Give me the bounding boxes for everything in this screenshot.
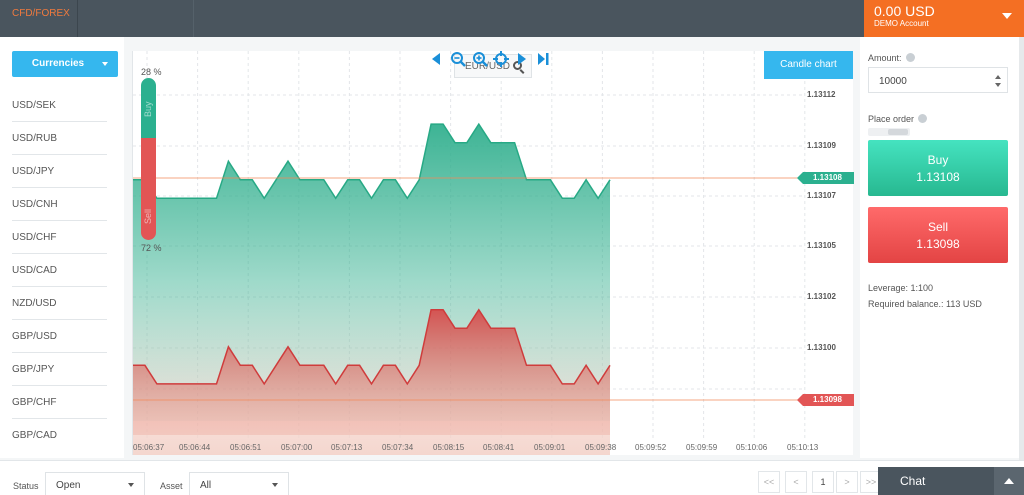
required-balance-text: Required balance.: 113 USD — [868, 299, 982, 309]
list-item[interactable]: USD/JPY — [12, 155, 107, 188]
chevron-down-icon — [1002, 13, 1012, 19]
x-tick-label: 05:08:15 — [433, 443, 465, 452]
decrement-icon[interactable] — [995, 83, 1001, 87]
chevron-down-icon — [102, 62, 108, 66]
place-order-label-row: Place order — [868, 114, 928, 124]
x-tick-label: 05:09:59 — [686, 443, 718, 452]
x-tick-label: 05:09:38 — [585, 443, 617, 452]
order-panel: Amount: 10000 Place order Buy 1.13108 Se… — [860, 37, 1024, 458]
x-tick-label: 05:07:00 — [281, 443, 313, 452]
increment-icon[interactable] — [995, 75, 1001, 79]
chat-widget[interactable]: Chat — [878, 467, 1024, 495]
ask-price-tag: 1.13108 — [797, 172, 854, 184]
price-chart-canvas — [133, 51, 806, 455]
buy-button-price: 1.13108 — [916, 170, 960, 184]
y-tick-label: 1.13109 — [807, 141, 836, 150]
next-page-button[interactable]: > — [836, 471, 858, 493]
chevron-up-icon[interactable] — [994, 467, 1024, 495]
info-icon[interactable] — [918, 114, 928, 123]
account-selector[interactable]: 0.00 USD DEMO Account — [864, 0, 1024, 37]
candle-chart-button[interactable]: Candle chart — [764, 51, 853, 79]
sell-percentage: 72 % — [141, 243, 162, 253]
sell-button[interactable]: Sell 1.13098 — [868, 207, 1008, 263]
scroll-left-icon[interactable] — [429, 51, 445, 67]
toggle-knob — [888, 129, 908, 135]
sell-button-price: 1.13098 — [916, 237, 960, 251]
sell-button-label: Sell — [927, 220, 948, 234]
x-tick-label: 05:07:13 — [331, 443, 363, 452]
cfd-forex-tab[interactable]: CFD/FOREX — [0, 0, 78, 37]
prev-page-button[interactable]: < — [785, 471, 807, 493]
x-tick-label: 05:06:37 — [133, 443, 165, 452]
empty-tab-slot — [84, 0, 194, 37]
first-page-button[interactable]: << — [758, 471, 780, 493]
y-tick-label: 1.13102 — [807, 292, 836, 301]
y-tick-label: 1.13100 — [807, 343, 836, 352]
leverage-text: Leverage: 1:100 — [868, 283, 934, 293]
bid-price-tag: 1.13098 — [797, 394, 854, 406]
amount-input[interactable]: 10000 — [868, 67, 1008, 93]
positions-toolbar: Status Open Asset All << < 1 > >> Chat — [0, 460, 1024, 495]
chevron-down-icon — [272, 483, 278, 487]
list-item[interactable]: USD/CAD — [12, 254, 107, 287]
sentiment-sell-label: Sell — [143, 208, 153, 224]
x-tick-label: 05:06:51 — [230, 443, 262, 452]
y-tick-label: 1.13107 — [807, 191, 836, 200]
current-page[interactable]: 1 — [812, 471, 834, 493]
x-tick-label: 05:10:13 — [787, 443, 819, 452]
info-icon[interactable] — [905, 53, 915, 62]
list-item[interactable]: NZD/USD — [12, 287, 107, 320]
list-item[interactable]: GBP/CHF — [12, 386, 107, 419]
amount-label-row: Amount: — [868, 53, 915, 63]
x-tick-label: 05:06:44 — [179, 443, 211, 452]
currencies-filter-label: Currencies — [31, 58, 85, 69]
place-order-label: Place order — [868, 114, 915, 124]
x-tick-label: 05:07:34 — [382, 443, 414, 452]
list-item[interactable]: USD/CNH — [12, 188, 107, 221]
sentiment-sell-fill — [141, 138, 156, 240]
y-tick-label: 1.13112 — [807, 90, 836, 99]
list-item[interactable]: USD/SEK — [12, 89, 107, 122]
sentiment-buy-label: Buy — [143, 101, 153, 117]
price-chart[interactable]: EUR/USD Candle chart 28 % Buy Sell 72 % … — [132, 51, 854, 455]
buy-button[interactable]: Buy 1.13108 — [868, 140, 1008, 196]
list-item[interactable]: GBP/JPY — [12, 353, 107, 386]
asset-select[interactable]: All — [189, 472, 289, 495]
reset-zoom-icon[interactable] — [493, 51, 509, 67]
asset-label: Asset — [160, 481, 183, 491]
amount-value: 10000 — [879, 76, 907, 87]
chevron-down-icon — [128, 483, 134, 487]
list-item[interactable]: USD/RUB — [12, 122, 107, 155]
asset-value: All — [200, 480, 212, 491]
x-tick-label: 05:09:01 — [534, 443, 566, 452]
scroll-right-icon[interactable] — [514, 51, 530, 67]
zoom-out-icon[interactable] — [450, 51, 466, 67]
status-label: Status — [13, 481, 39, 491]
chat-label: Chat — [900, 474, 926, 488]
x-tick-label: 05:08:41 — [483, 443, 515, 452]
currencies-filter-button[interactable]: Currencies — [12, 51, 118, 77]
account-type: DEMO Account — [874, 19, 929, 28]
y-tick-label: 1.13105 — [807, 241, 836, 250]
page-scrollbar[interactable] — [1019, 37, 1024, 460]
scroll-end-icon[interactable] — [535, 51, 551, 67]
status-select[interactable]: Open — [45, 472, 145, 495]
amount-label: Amount: — [868, 53, 902, 63]
buy-button-label: Buy — [927, 153, 949, 167]
zoom-in-icon[interactable] — [472, 51, 488, 67]
list-item[interactable]: GBP/CAD — [12, 419, 107, 452]
x-tick-label: 05:09:52 — [635, 443, 667, 452]
status-value: Open — [56, 480, 81, 491]
buy-percentage: 28 % — [141, 67, 162, 77]
place-order-toggle[interactable] — [868, 128, 910, 136]
top-bar: CFD/FOREX 0.00 USD DEMO Account — [0, 0, 1024, 37]
instrument-list-panel: Currencies USD/SEK USD/RUB USD/JPY USD/C… — [0, 37, 124, 458]
list-item[interactable]: GBP/USD — [12, 320, 107, 353]
x-tick-label: 05:10:06 — [736, 443, 768, 452]
list-item[interactable]: USD/CHF — [12, 221, 107, 254]
